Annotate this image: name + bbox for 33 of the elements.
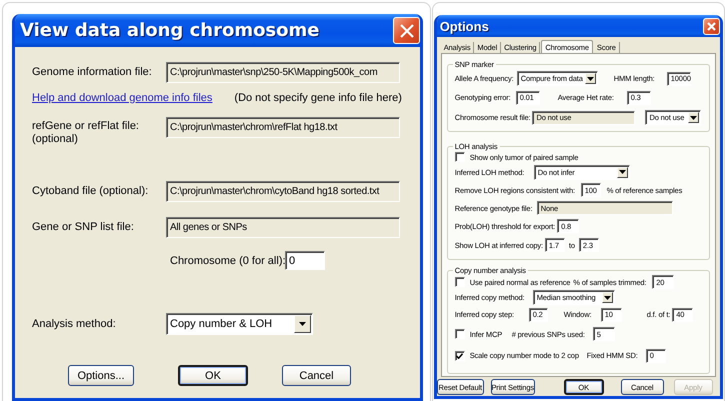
note-text: (Do not specify gene info file here) (234, 92, 402, 104)
caret-icon (618, 170, 626, 174)
caret-icon (299, 322, 306, 326)
close-icon (706, 22, 716, 30)
check-icon (456, 352, 464, 358)
number-field[interactable]: 0 (285, 251, 325, 270)
button[interactable]: Cancel (282, 365, 351, 386)
field-label: refGene or refFlat file: (optional) (32, 120, 140, 146)
button[interactable]: OK (178, 365, 248, 386)
checkbox[interactable] (454, 152, 465, 162)
field-label: Chromosome (0 for all): (170, 254, 285, 266)
window-title: View data along chromosome (20, 20, 320, 41)
field-label: Genome information file: (32, 65, 153, 80)
checkbox[interactable] (454, 329, 465, 339)
caret-icon (690, 116, 698, 120)
field-label: Analysis method: (32, 318, 117, 330)
field-label: Gene or SNP list file: (32, 220, 135, 235)
dropdown[interactable]: Copy number & LOH (166, 313, 313, 335)
field-label: Cytoband file (optional): (32, 184, 150, 199)
window-title: Options (440, 18, 489, 34)
caret-icon (586, 76, 594, 80)
path-field[interactable]: C:\projrun\master\chrom\cytoBand hg18 sorted.txt (166, 181, 400, 202)
button[interactable]: Options... (68, 365, 134, 386)
checkbox[interactable] (454, 277, 465, 287)
path-field[interactable]: C:\projrun\master\chrom\refFlat hg18.txt (166, 117, 400, 138)
checkbox[interactable] (454, 350, 465, 360)
caret-icon (604, 296, 611, 300)
help-link[interactable]: Help and download genome info files (32, 92, 212, 104)
close-button[interactable] (702, 18, 720, 34)
path-field[interactable]: C:\projrun\master\snp\250-5K\Mapping500k_com (166, 62, 400, 83)
path-field[interactable]: All genes or SNPs (166, 217, 400, 238)
close-button[interactable] (393, 17, 420, 44)
close-icon (400, 24, 414, 38)
